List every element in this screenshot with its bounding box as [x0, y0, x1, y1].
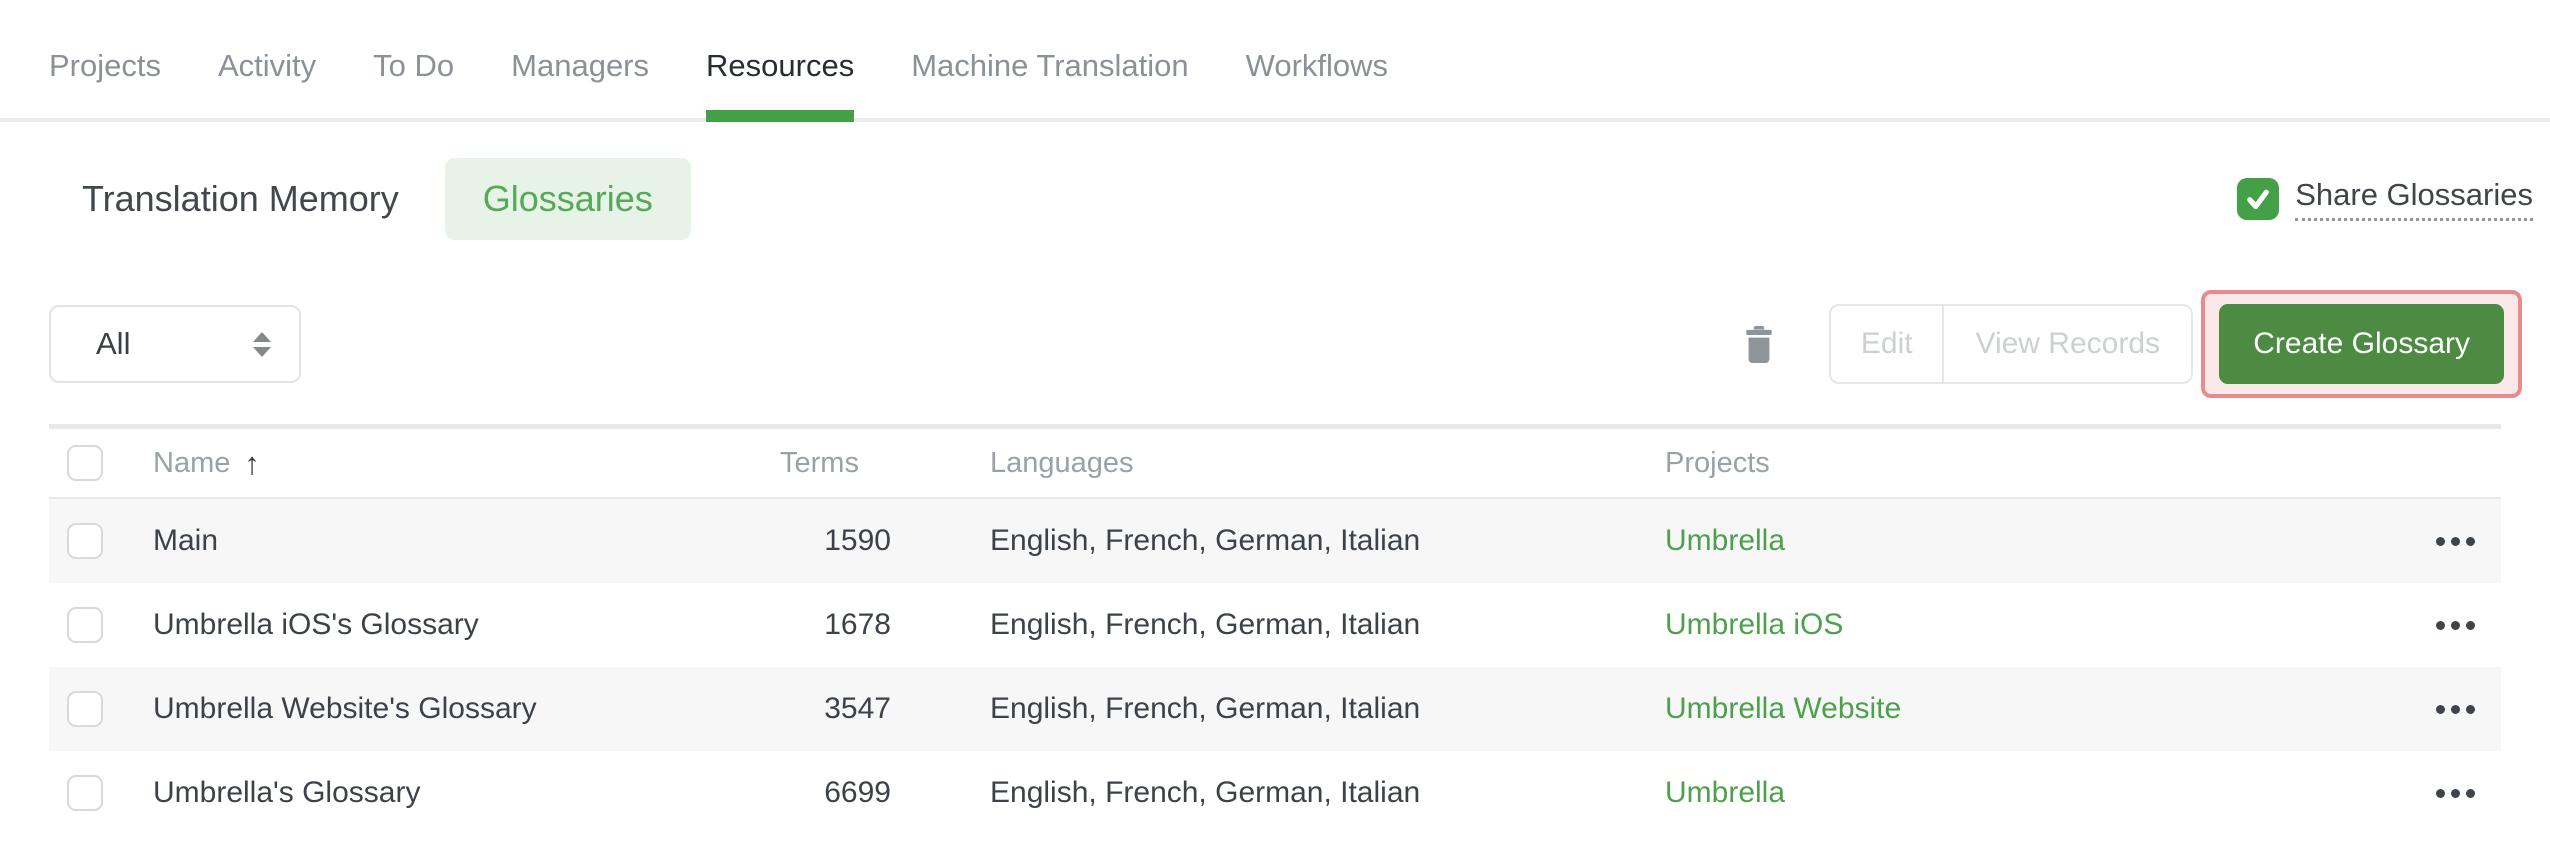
sort-ascending-icon: ↑	[244, 445, 260, 481]
glossary-terms-count: 3547	[824, 692, 891, 725]
selection-actions-group: Edit View Records	[1829, 304, 2194, 384]
table-row: Main 1590 English, French, German, Itali…	[49, 499, 2501, 583]
column-header-terms: Terms	[780, 446, 859, 479]
glossary-languages: English, French, German, Italian	[990, 524, 1421, 557]
tab-managers[interactable]: Managers	[511, 48, 649, 118]
row-checkbox-cell	[49, 523, 153, 559]
row-menu-cell	[2410, 609, 2501, 642]
glossary-languages: English, French, German, Italian	[990, 608, 1421, 641]
column-header-projects: Projects	[1665, 446, 1770, 479]
column-header-languages: Languages	[990, 446, 1134, 479]
glossary-terms-count: 6699	[824, 776, 891, 809]
table-row: Umbrella's Glossary 6699 English, French…	[49, 751, 2501, 835]
tab-projects[interactable]: Projects	[49, 48, 161, 118]
header-checkbox-cell	[49, 445, 153, 481]
table-row: Umbrella iOS's Glossary 1678 English, Fr…	[49, 583, 2501, 667]
share-glossaries-toggle[interactable]: Share Glossaries	[2237, 177, 2533, 221]
row-checkbox-cell	[49, 691, 153, 727]
row-menu-cell	[2410, 777, 2501, 810]
resources-subtabs: Translation Memory Glossaries	[49, 158, 691, 240]
table-row: Umbrella Website's Glossary 3547 English…	[49, 667, 2501, 751]
glossary-languages: English, French, German, Italian	[990, 692, 1421, 725]
ellipsis-icon	[2436, 788, 2445, 798]
row-menu-button[interactable]	[2424, 609, 2487, 642]
tab-glossaries[interactable]: Glossaries	[444, 158, 691, 240]
create-glossary-button[interactable]: Create Glossary	[2219, 304, 2504, 384]
project-link[interactable]: Umbrella Website	[1665, 692, 1901, 725]
glossary-project-cell: Umbrella iOS	[1655, 608, 2410, 642]
delete-glossary-button[interactable]	[1745, 325, 1773, 363]
resources-subnav: Translation Memory Glossaries Share Glos…	[0, 158, 2550, 240]
ellipsis-icon	[2436, 704, 2445, 714]
ellipsis-icon	[2436, 620, 2445, 630]
row-checkbox[interactable]	[67, 523, 103, 559]
row-checkbox-cell	[49, 607, 153, 643]
ellipsis-icon	[2436, 536, 2445, 546]
row-checkbox[interactable]	[67, 775, 103, 811]
toolbar-actions: Edit View Records Create Glossary	[1745, 290, 2522, 398]
glossary-name: Umbrella's Glossary	[153, 776, 421, 809]
row-menu-button[interactable]	[2424, 777, 2487, 810]
glossary-name: Umbrella Website's Glossary	[153, 692, 537, 725]
trash-icon	[1746, 325, 1772, 363]
glossary-name: Umbrella iOS's Glossary	[153, 608, 479, 641]
table-header-row: Name ↑ Terms Languages Projects	[49, 429, 2501, 499]
tab-activity[interactable]: Activity	[218, 48, 316, 118]
column-header-name-label: Name	[153, 446, 231, 479]
row-checkbox[interactable]	[67, 607, 103, 643]
glossary-filter-value: All	[96, 326, 131, 361]
edit-button[interactable]: Edit	[1831, 306, 1943, 382]
glossary-terms-count: 1678	[824, 608, 891, 641]
row-menu-cell	[2410, 525, 2501, 558]
main-nav: Projects Activity To Do Managers Resourc…	[0, 0, 2550, 122]
glossary-languages: English, French, German, Italian	[990, 776, 1421, 809]
dropdown-spinner-icon	[253, 331, 271, 357]
glossary-project-cell: Umbrella	[1655, 776, 2410, 810]
select-all-checkbox[interactable]	[67, 445, 103, 481]
row-checkbox-cell	[49, 775, 153, 811]
row-menu-button[interactable]	[2424, 693, 2487, 726]
glossary-project-cell: Umbrella Website	[1655, 692, 2410, 726]
tab-resources[interactable]: Resources	[706, 48, 855, 122]
tab-workflows[interactable]: Workflows	[1246, 48, 1388, 118]
column-header-name[interactable]: Name ↑	[153, 447, 655, 480]
project-link[interactable]: Umbrella iOS	[1665, 608, 1843, 641]
glossaries-toolbar: All Edit View Records Create Glossary	[0, 288, 2550, 400]
row-menu-button[interactable]	[2424, 525, 2487, 558]
project-link[interactable]: Umbrella	[1665, 776, 1785, 809]
checkmark-icon	[2247, 189, 2270, 210]
glossaries-table: Name ↑ Terms Languages Projects Main 159…	[49, 424, 2501, 835]
row-checkbox[interactable]	[67, 691, 103, 727]
view-records-button[interactable]: View Records	[1942, 306, 2192, 382]
glossary-terms-count: 1590	[824, 524, 891, 557]
tab-machine-translation[interactable]: Machine Translation	[911, 48, 1188, 118]
share-glossaries-checkbox[interactable]	[2237, 178, 2280, 220]
row-menu-cell	[2410, 693, 2501, 726]
tab-translation-memory[interactable]: Translation Memory	[82, 178, 399, 220]
glossary-project-cell: Umbrella	[1655, 524, 2410, 558]
glossary-filter-dropdown[interactable]: All	[49, 305, 301, 383]
project-link[interactable]: Umbrella	[1665, 524, 1785, 557]
tab-to-do[interactable]: To Do	[373, 48, 454, 118]
create-glossary-highlight-annotation: Create Glossary	[2201, 290, 2522, 398]
glossary-name: Main	[153, 524, 219, 557]
share-glossaries-label[interactable]: Share Glossaries	[2295, 177, 2533, 221]
